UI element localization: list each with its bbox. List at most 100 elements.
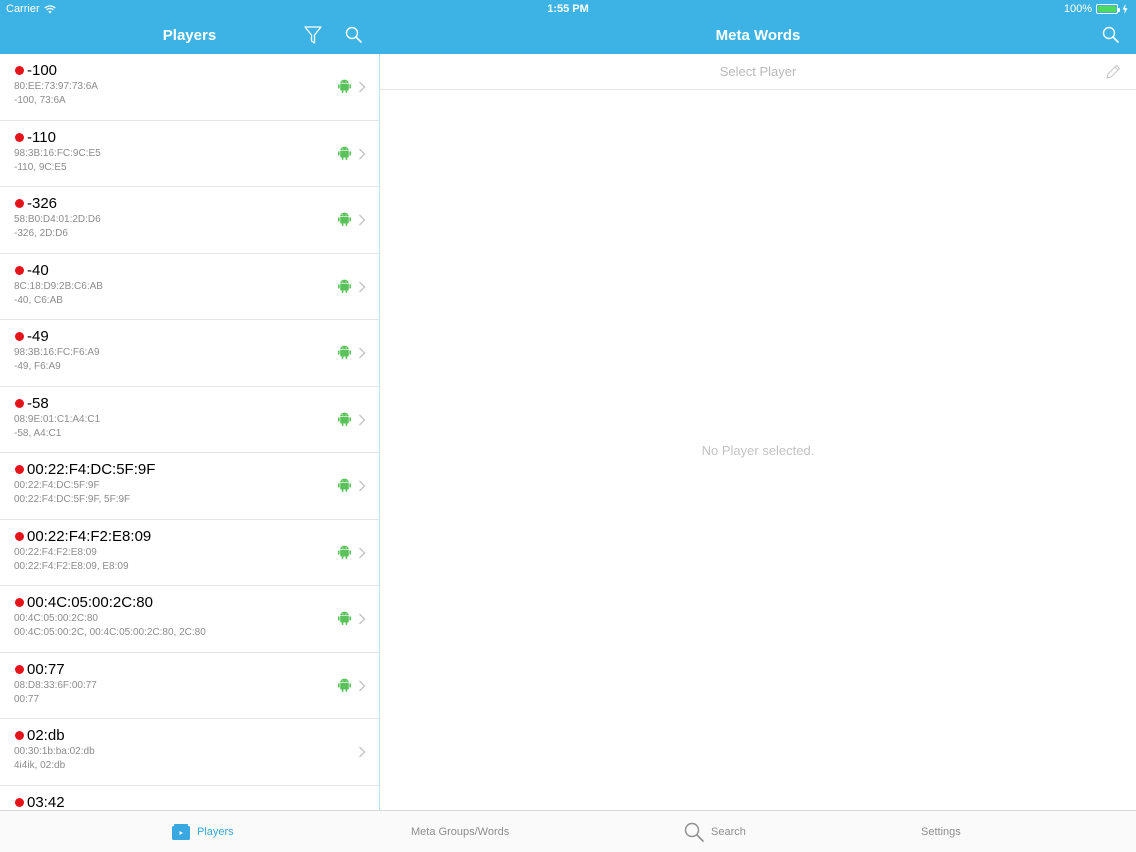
android-icon xyxy=(338,345,351,359)
tab-label: Settings xyxy=(921,826,961,838)
player-row[interactable]: 03:42 xyxy=(0,786,379,811)
player-mac: 00:4C:05:00:2C:80 xyxy=(14,613,98,624)
player-name: 00:77 xyxy=(27,660,65,678)
chevron-right-icon xyxy=(358,546,366,558)
battery-level xyxy=(1098,6,1116,12)
android-icon xyxy=(338,412,351,426)
filter-icon[interactable] xyxy=(302,24,324,46)
header-bar: Carrier 1:55 PM 100% Players Meta Words xyxy=(0,0,1136,54)
chevron-right-icon xyxy=(358,612,366,625)
tab-label: Players xyxy=(197,826,234,838)
battery-tip xyxy=(1118,8,1120,12)
player-row[interactable]: -110 98:3B:16:FC:9C:E5 -110, 9C:E5 xyxy=(0,121,379,187)
tab-search[interactable]: Search xyxy=(683,811,746,852)
status-dot xyxy=(15,598,24,607)
android-icon xyxy=(338,545,351,559)
player-row[interactable]: -49 98:3B:16:FC:F6:A9 -49, F6:A9 xyxy=(0,320,379,387)
player-row[interactable]: 00:4C:05:00:2C:80 00:4C:05:00:2C:80 00:4C:… xyxy=(0,586,379,653)
android-icon xyxy=(338,611,351,625)
player-aliases: 00:77 xyxy=(14,693,40,705)
players-icon xyxy=(172,824,190,840)
chevron-right-icon xyxy=(358,679,366,691)
player-name: -100 xyxy=(27,62,58,79)
charging-icon xyxy=(1122,4,1128,14)
player-aliases: -100, 73:6A xyxy=(14,95,66,106)
chevron-right-icon xyxy=(358,479,366,492)
clock: 1:55 PM xyxy=(547,3,589,15)
player-list[interactable]: -100 80:EE:73:97:73:6A -100, 73:6A -110 98:3… xyxy=(0,54,379,810)
status-dot xyxy=(15,132,24,142)
status-dot xyxy=(15,66,24,75)
android-icon xyxy=(338,212,351,226)
player-aliases: 00:22:F4:F2:E8:09, E8:09 xyxy=(14,560,129,572)
search-icon xyxy=(684,822,704,842)
player-aliases: -49, F6:A9 xyxy=(14,361,61,372)
player-aliases: 00:22:F4:DC:5F:9F, 5F:9F xyxy=(14,494,131,505)
player-aliases: 00:4C:05:00:2C, 00:4C:05:00:2C:80, 2C:80 xyxy=(14,627,206,638)
tab-players[interactable]: Players xyxy=(171,811,234,852)
select-player-row[interactable]: Select Player xyxy=(380,54,1136,90)
player-row[interactable]: -326 58:B0:D4:01:2D:D6 -326, 2D:D6 xyxy=(0,187,379,254)
battery-percent: 100% xyxy=(1063,3,1092,15)
status-dot xyxy=(15,797,24,807)
player-mac: 08:D8:33:6F:00:77 xyxy=(14,679,97,691)
android-icon xyxy=(338,678,351,692)
player-aliases: -58, A4:C1 xyxy=(14,427,62,439)
player-mac: 00:22:F4:DC:5F:9F xyxy=(14,480,100,491)
player-name: -58 xyxy=(27,394,49,412)
android-icon xyxy=(338,146,351,160)
player-row[interactable]: 00:77 08:D8:33:6F:00:77 00:77 xyxy=(0,653,379,719)
status-dot xyxy=(15,465,24,474)
player-mac: 98:3B:16:FC:9C:E5 xyxy=(14,147,101,159)
player-row[interactable]: -100 80:EE:73:97:73:6A -100, 73:6A xyxy=(0,54,379,121)
player-aliases: -40, C6:AB xyxy=(14,294,63,306)
status-dot xyxy=(15,398,24,408)
empty-state-message: No Player selected. xyxy=(701,443,815,458)
chevron-right-icon xyxy=(358,147,366,159)
android-icon xyxy=(338,79,351,93)
player-mac: 00:30:1b:ba:02:db xyxy=(14,746,95,757)
player-row[interactable]: -40 8C:18:D9:2B:C6:AB -40, C6:AB xyxy=(0,254,379,320)
status-dot xyxy=(15,199,24,208)
player-mac: 8C:18:D9:2B:C6:AB xyxy=(14,280,103,292)
player-name: 00:22:F4:DC:5F:9F xyxy=(27,461,156,478)
detail-pane: Select Player No Player selected. xyxy=(380,54,1136,810)
player-row[interactable]: -58 08:9E:01:C1:A4:C1 -58, A4:C1 xyxy=(0,387,379,453)
chevron-right-icon xyxy=(358,280,366,292)
player-row[interactable]: 00:22:F4:F2:E8:09 00:22:F4:F2:E8:09 00:22:… xyxy=(0,520,379,586)
battery-icon xyxy=(1096,4,1120,14)
tab-label: Meta Groups/Words xyxy=(411,826,510,838)
chevron-right-icon xyxy=(358,745,366,758)
meta-words-title: Meta Words xyxy=(715,27,801,44)
app-window: Carrier 1:55 PM 100% Players Meta Words … xyxy=(0,0,1136,852)
tab-settings[interactable]: Settings xyxy=(921,811,961,852)
battery-group: 100% xyxy=(1064,3,1128,15)
pencil-icon[interactable] xyxy=(1103,62,1123,82)
player-name: -326 xyxy=(27,195,58,212)
player-name: 00:22:F4:F2:E8:09 xyxy=(27,527,152,545)
player-mac: 00:22:F4:F2:E8:09 xyxy=(14,546,97,558)
player-name: 00:4C:05:00:2C:80 xyxy=(27,594,153,611)
search-icon[interactable] xyxy=(1100,24,1122,46)
player-row[interactable]: 02:db 00:30:1b:ba:02:db 4i4ik, 02:db xyxy=(0,719,379,786)
player-name: 02:db xyxy=(27,727,65,744)
player-aliases: -326, 2D:D6 xyxy=(14,228,68,239)
status-dot xyxy=(15,531,24,541)
android-icon xyxy=(338,279,351,293)
status-dot xyxy=(15,731,24,740)
player-aliases: 4i4ik, 02:db xyxy=(14,760,66,771)
tab-meta-groups-words[interactable]: Meta Groups/Words xyxy=(411,811,509,852)
tab-label: Search xyxy=(711,826,746,838)
status-dot xyxy=(15,265,24,275)
chevron-right-icon xyxy=(358,213,366,226)
player-name: 03:42 xyxy=(27,793,65,811)
player-mac: 98:3B:16:FC:F6:A9 xyxy=(14,347,100,358)
search-icon[interactable] xyxy=(343,24,365,46)
player-row[interactable]: 00:22:F4:DC:5F:9F 00:22:F4:DC:5F:9F 00:22:… xyxy=(0,453,379,520)
chevron-right-icon xyxy=(358,80,366,93)
chevron-right-icon xyxy=(358,413,366,425)
android-icon xyxy=(338,478,351,492)
tab-bar: Players Meta Groups/Words Search Setting… xyxy=(0,810,1136,852)
select-player-label: Select Player xyxy=(719,64,797,79)
player-mac: 80:EE:73:97:73:6A xyxy=(14,81,98,92)
